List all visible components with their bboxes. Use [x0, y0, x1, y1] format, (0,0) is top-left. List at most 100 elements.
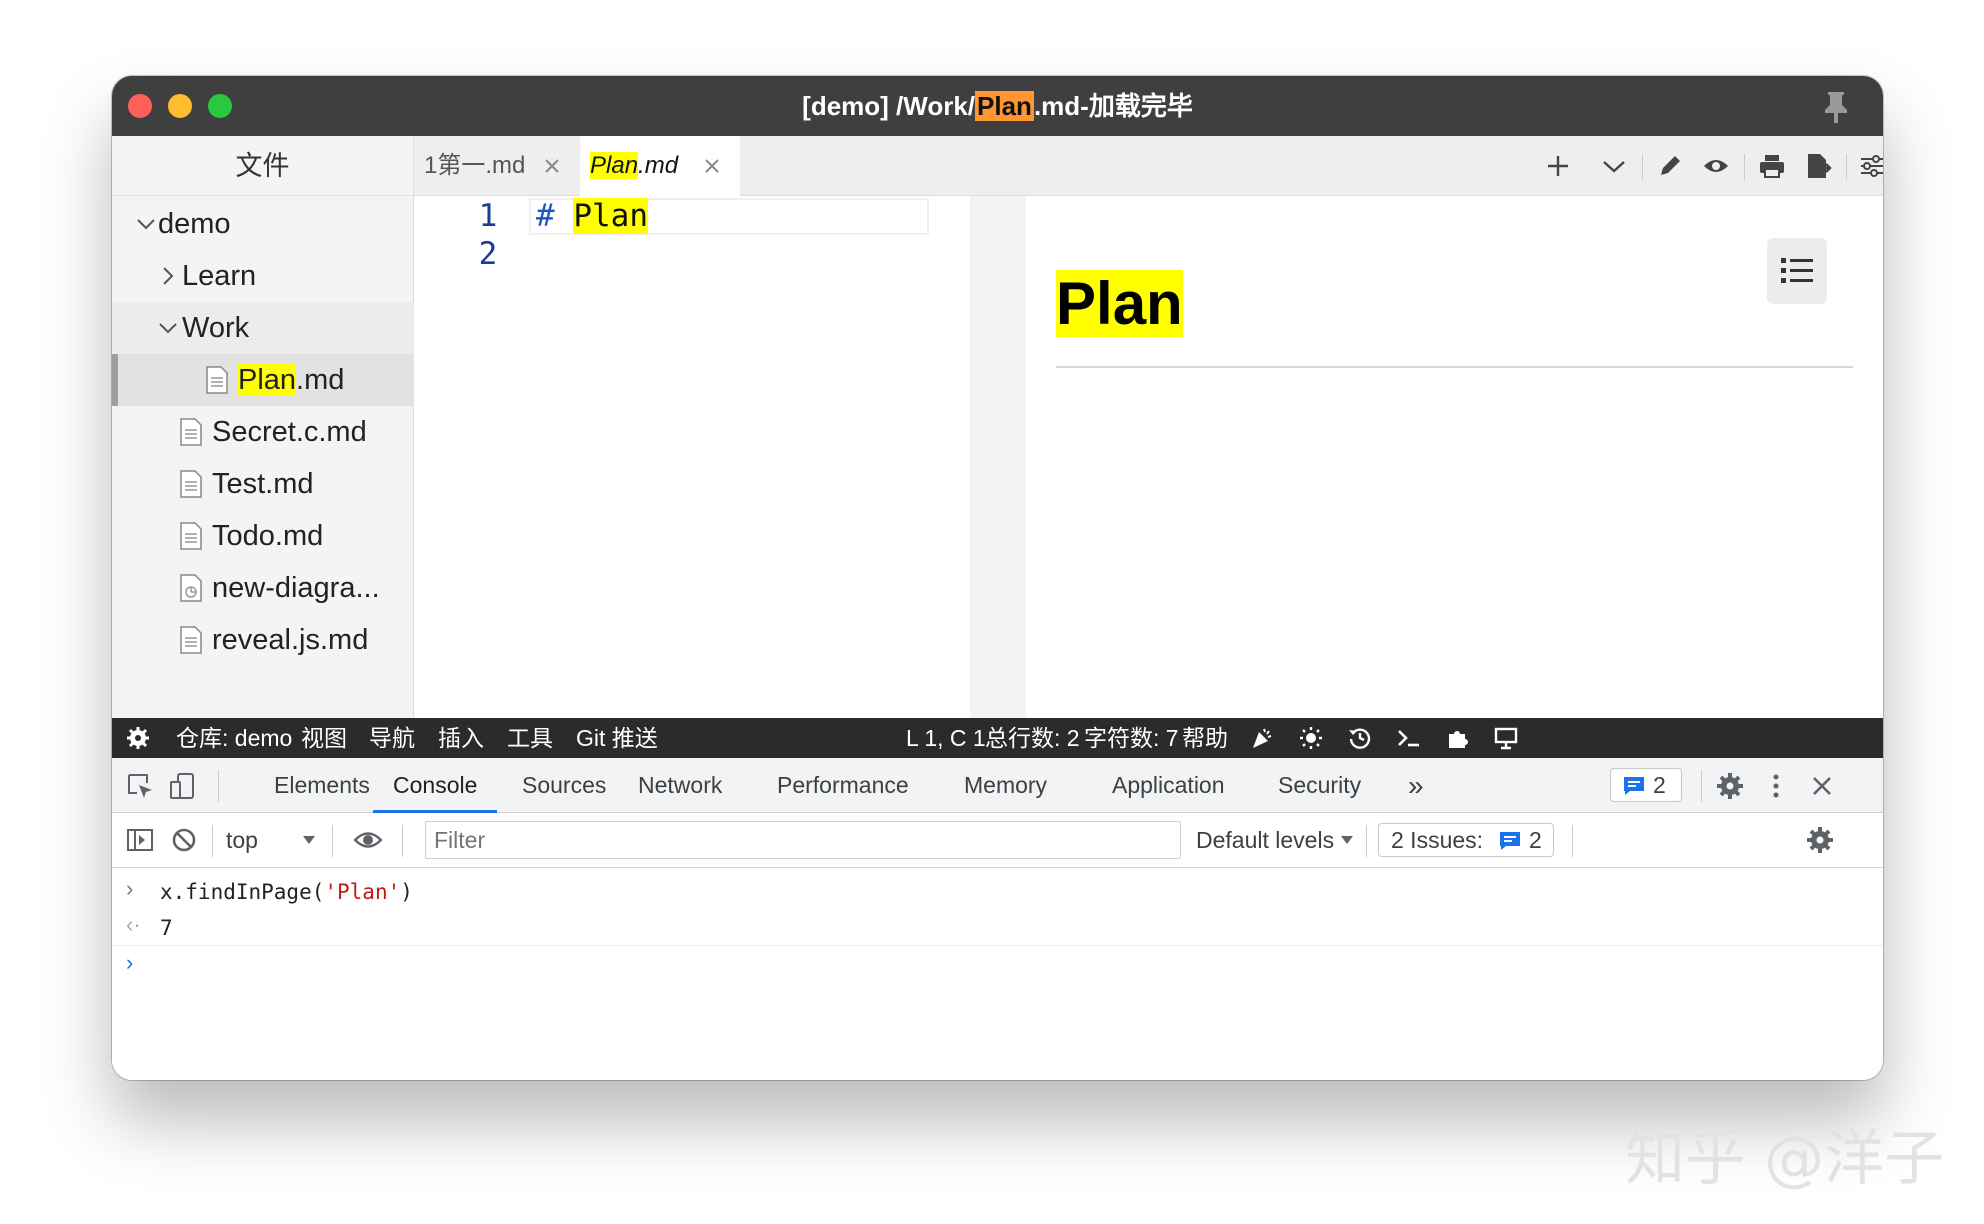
clear-console-icon[interactable] [170, 826, 198, 854]
chevron-right-icon: › [126, 876, 134, 901]
messages-count: 2 [1653, 772, 1666, 798]
tree-file-plan[interactable]: Plan.md [112, 354, 414, 406]
pencil-icon[interactable] [1656, 152, 1684, 180]
messages-badge[interactable]: 2 [1610, 768, 1682, 802]
toolbar-divider [1701, 770, 1702, 802]
code-editor[interactable]: 1 2 # Plan [414, 196, 970, 718]
gear-icon[interactable] [1806, 826, 1834, 854]
tree-file-test[interactable]: Test.md [112, 458, 414, 510]
devtools-tab-application[interactable]: Application [1112, 758, 1225, 813]
terminal-icon[interactable] [1397, 726, 1421, 750]
presentation-icon[interactable] [1494, 726, 1518, 750]
devtools-tab-elements[interactable]: Elements [274, 758, 370, 813]
history-icon[interactable] [1348, 726, 1372, 750]
title-suffix: .md-加载完毕 [1033, 91, 1193, 121]
message-icon [1500, 832, 1520, 850]
prompt-chevron-icon: › [126, 950, 134, 975]
tab-plan[interactable]: Plan.md [580, 136, 740, 196]
gear-icon[interactable] [126, 726, 150, 750]
tree-file-todo[interactable]: Todo.md [112, 510, 414, 562]
code-line-1[interactable]: # Plan [536, 198, 648, 235]
close-icon[interactable] [1808, 772, 1836, 800]
tree-item-label: Secret.c.md [212, 416, 367, 448]
tree-item-label: Learn [182, 260, 257, 292]
devtools-tab-sources[interactable]: Sources [522, 758, 606, 813]
heading-divider [1056, 366, 1853, 368]
puzzle-icon[interactable] [1446, 726, 1470, 750]
menu-insert[interactable]: 插入 [438, 718, 484, 758]
export-icon[interactable] [1804, 152, 1832, 180]
devtools-tab-performance[interactable]: Performance [777, 758, 909, 813]
filter-input[interactable] [425, 821, 1181, 859]
devtools-tab-network[interactable]: Network [638, 758, 722, 813]
devtools-tab-security[interactable]: Security [1278, 758, 1361, 813]
issues-label: 2 Issues: [1391, 827, 1484, 853]
sidebar-toggle-icon[interactable] [126, 826, 154, 854]
menu-navigate[interactable]: 导航 [369, 718, 415, 758]
cursor-position[interactable]: L 1, C 1 [906, 718, 986, 758]
tree-file-reveal[interactable]: reveal.js.md [112, 614, 414, 666]
dropdown-triangle-icon[interactable] [1340, 835, 1354, 845]
tree-file-diagram[interactable]: new-diagra... [112, 562, 414, 614]
plus-icon[interactable] [1544, 152, 1572, 180]
tab-label: 1第一.md [424, 152, 526, 179]
dropdown-triangle-icon[interactable] [302, 835, 316, 845]
devtools-tab-console[interactable]: Console [373, 758, 498, 813]
menu-view[interactable]: 视图 [301, 718, 347, 758]
diagram-file-icon [180, 574, 202, 602]
console-result: 7 [160, 916, 173, 940]
console-prompt-line[interactable]: › [112, 948, 1883, 984]
title-bar: [demo] /Work/Plan.md-加载完毕 [112, 76, 1883, 136]
toolbar-divider [1846, 154, 1847, 180]
eye-icon[interactable] [1702, 152, 1730, 180]
eye-icon[interactable] [354, 826, 382, 854]
return-arrow-icon: ‹· [126, 912, 141, 937]
tree-item-label: demo [158, 208, 231, 240]
tree-item-label: Work [182, 312, 250, 344]
log-levels-selector[interactable]: Default levels [1196, 813, 1334, 868]
settings-sliders-icon[interactable] [1858, 152, 1883, 180]
tree-folder-demo[interactable]: demo [112, 198, 414, 250]
context-selector[interactable]: top [226, 813, 258, 868]
console-output[interactable]: › x.findInPage('Plan') ‹· 7 › [112, 868, 1883, 1080]
line-number: 2 [478, 236, 498, 272]
tab-label-highlight: Plan [590, 152, 639, 179]
menu-tools[interactable]: 工具 [507, 718, 553, 758]
markdown-preview: Plan [1026, 196, 1883, 718]
toolbar-divider [1642, 154, 1643, 180]
sun-icon[interactable] [1299, 726, 1323, 750]
menu-help[interactable]: 帮助 [1182, 718, 1228, 758]
issues-badge[interactable]: 2 Issues: 2 [1378, 823, 1554, 857]
pin-icon[interactable] [1821, 90, 1851, 124]
gear-icon[interactable] [1716, 772, 1744, 800]
editor-minimap[interactable] [970, 196, 1026, 718]
code-call: x.findInPage( [160, 880, 325, 904]
list-icon [1781, 258, 1813, 283]
issues-count: 2 [1529, 827, 1542, 853]
tab-first[interactable]: 1第一.md [414, 136, 574, 196]
printer-icon[interactable] [1758, 152, 1786, 180]
inspect-element-icon[interactable] [126, 772, 154, 800]
devtools-tab-memory[interactable]: Memory [964, 758, 1047, 813]
device-toolbar-icon[interactable] [168, 772, 196, 800]
more-tabs-button[interactable]: » [1408, 758, 1424, 813]
status-repo[interactable]: 仓库: demo [176, 718, 292, 758]
label-highlight: Plan [238, 364, 297, 396]
code-string: 'Plan' [324, 880, 401, 904]
tree-folder-learn[interactable]: Learn [112, 250, 414, 302]
close-icon[interactable] [544, 158, 560, 174]
toc-button[interactable] [1767, 238, 1827, 304]
preview-heading-highlight: Plan [1056, 270, 1183, 337]
tree-item-label: reveal.js.md [212, 624, 369, 656]
menu-git-push[interactable]: Git 推送 [576, 718, 658, 758]
tree-file-secret[interactable]: Secret.c.md [112, 406, 414, 458]
close-icon[interactable] [704, 158, 720, 174]
tree-folder-work[interactable]: Work [112, 302, 414, 354]
title-highlight: Plan [975, 91, 1034, 121]
more-options-icon[interactable] [1762, 772, 1790, 800]
editor-tab-bar: 1第一.md Plan.md [414, 136, 1883, 196]
tree-item-label: Plan.md [238, 354, 344, 406]
title-prefix: [demo] /Work/ [802, 91, 976, 121]
chevron-down-icon[interactable] [1600, 152, 1628, 180]
party-popper-icon[interactable] [1250, 726, 1274, 750]
